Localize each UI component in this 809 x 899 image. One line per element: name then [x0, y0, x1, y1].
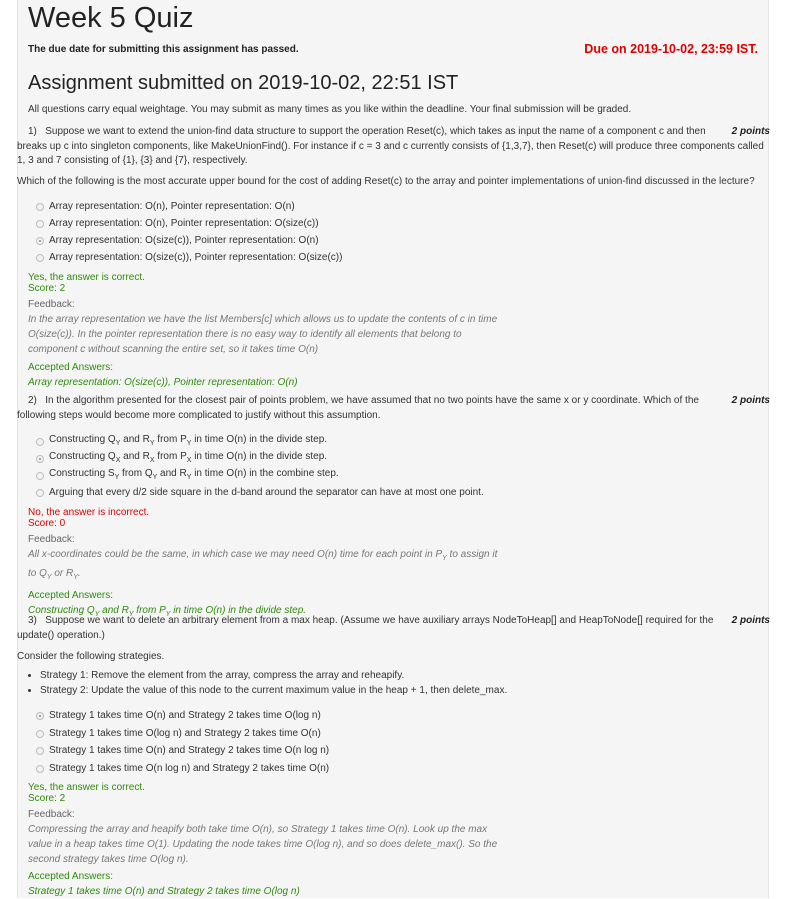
result-text: Yes, the answer is correct. — [28, 272, 145, 283]
accepted-answer: Array representation: O(size(c)), Pointe… — [28, 377, 298, 388]
answer-option-label: Arguing that every d/2 side square in th… — [49, 487, 484, 498]
answer-option-label: Array representation: O(n), Pointer repr… — [49, 218, 319, 229]
feedback-line: O(size(c)). In the pointer representatio… — [28, 329, 462, 340]
radio-button[interactable] — [36, 489, 44, 497]
answer-option[interactable]: Strategy 1 takes time O(log n) and Strat… — [36, 727, 321, 741]
feedback-line: component c without scanning the entire … — [28, 344, 319, 355]
answer-option[interactable]: Array representation: O(n), Pointer repr… — [36, 217, 319, 231]
feedback-line: to QY or RY. — [28, 568, 81, 581]
feedback-line: value in a heap takes time O(1). Updatin… — [28, 839, 498, 850]
result-text: Yes, the answer is correct. — [28, 782, 145, 793]
radio-button[interactable] — [36, 254, 44, 262]
answer-option-label: Constructing QY and RY from PY in time O… — [49, 434, 328, 447]
radio-button[interactable] — [36, 455, 44, 463]
answer-option-label: Strategy 1 takes time O(n log n) and Str… — [49, 762, 330, 774]
answer-option[interactable]: Array representation: O(n), Pointer repr… — [36, 200, 295, 214]
answer-option[interactable]: Strategy 1 takes time O(n log n) and Str… — [36, 762, 329, 776]
feedback-line: All x-coordinates could be the same, in … — [28, 549, 498, 562]
radio-button[interactable] — [36, 438, 44, 446]
question-3-points: 2 points — [731, 615, 770, 626]
feedback-text: All x-coordinates could be the same, in … — [28, 547, 497, 585]
question-3-text: Suppose we want to delete an arbitrary e… — [17, 615, 714, 641]
question-1-prompt: Which of the following is the most accur… — [17, 176, 755, 187]
radio-button[interactable] — [36, 747, 44, 755]
score-text: Score: 2 — [28, 793, 66, 804]
answer-option-label: Strategy 1 takes time O(n) and Strategy … — [49, 745, 330, 756]
strategy-item: Strategy 2: Update the value of this nod… — [40, 683, 507, 698]
question-2-text: In the algorithm presented for the close… — [17, 395, 699, 421]
radio-button[interactable] — [36, 203, 44, 211]
question-1-result: Yes, the answer is correct. Score: 2 Fee… — [28, 272, 497, 390]
question-2-number: 2) — [28, 395, 37, 406]
answer-option-label: Array representation: O(size(c)), Pointe… — [49, 235, 319, 246]
question-2-result: No, the answer is incorrect. Score: 0 Fe… — [28, 507, 497, 622]
answer-option-label: Array representation: O(n), Pointer repr… — [49, 201, 295, 212]
feedback-label: Feedback: — [28, 299, 75, 310]
strategy-list: Strategy 1: Remove the element from the … — [24, 668, 507, 698]
radio-button[interactable] — [36, 729, 44, 738]
answer-option[interactable]: Constructing SY from QY and RY in time O… — [36, 468, 339, 483]
feedback-line: In the array representation we have the … — [28, 314, 498, 325]
radio-button[interactable] — [36, 220, 44, 228]
answer-option-label: Strategy 1 takes time O(log n) and Strat… — [49, 727, 321, 739]
question-3: 2 points 3) Suppose we want to delete an… — [17, 614, 770, 643]
score-text: Score: 0 — [28, 518, 66, 529]
radio-button[interactable] — [36, 237, 44, 245]
strategy-item: Strategy 1: Remove the element from the … — [40, 668, 507, 683]
quiz-page: Week 5 Quiz The due date for submitting … — [0, 0, 809, 898]
due-date: Due on 2019-10-02, 23:59 IST. — [584, 42, 758, 56]
question-3-number: 3) — [28, 615, 37, 626]
answer-option[interactable]: Constructing QX and RX from PX in time O… — [36, 451, 328, 466]
radio-button[interactable] — [36, 764, 44, 773]
question-1: 2 points 1) Suppose we want to extend th… — [17, 125, 770, 169]
question-1-number: 1) — [28, 126, 37, 137]
score-text: Score: 2 — [28, 283, 66, 294]
question-2: 2 points 2) In the algorithm presented f… — [17, 394, 770, 423]
answer-option-label: Strategy 1 takes time O(n) and Strategy … — [49, 710, 321, 721]
answer-option[interactable]: Constructing QY and RY from PY in time O… — [36, 434, 328, 449]
feedback-text: Compressing the array and heapify both t… — [28, 822, 497, 867]
answer-option[interactable]: Strategy 1 takes time O(n) and Strategy … — [36, 744, 329, 758]
question-2-points: 2 points — [731, 395, 770, 406]
feedback-line: Compressing the array and heapify both t… — [28, 824, 488, 835]
radio-button[interactable] — [36, 472, 44, 480]
page-title: Week 5 Quiz — [28, 2, 194, 34]
feedback-text: In the array representation we have the … — [28, 312, 497, 357]
feedback-label: Feedback: — [28, 809, 75, 820]
feedback-line: second strategy takes time O(log n). — [28, 854, 189, 865]
question-3-prompt: Consider the following strategies. — [17, 651, 165, 662]
answer-option[interactable]: Array representation: O(size(c)), Pointe… — [36, 251, 342, 265]
accepted-label: Accepted Answers: — [28, 590, 114, 601]
accepted-answer: Strategy 1 takes time O(n) and Strategy … — [28, 886, 300, 897]
answer-option[interactable]: Strategy 1 takes time O(n) and Strategy … — [36, 709, 321, 723]
answer-option-label: Constructing SY from QY and RY in time O… — [49, 468, 339, 481]
result-text: No, the answer is incorrect. — [28, 507, 150, 518]
accepted-label: Accepted Answers: — [28, 871, 114, 882]
submission-status: Assignment submitted on 2019-10-02, 22:5… — [28, 72, 459, 94]
instructions: All questions carry equal weightage. You… — [28, 104, 632, 115]
deadline-passed-notice: The due date for submitting this assignm… — [28, 44, 299, 55]
answer-option-label: Array representation: O(size(c)), Pointe… — [49, 252, 343, 263]
answer-option[interactable]: Arguing that every d/2 side square in th… — [36, 486, 484, 500]
answer-option-label: Constructing QX and RX from PX in time O… — [49, 451, 328, 464]
question-1-points: 2 points — [731, 126, 770, 137]
radio-button[interactable] — [36, 712, 44, 720]
feedback-label: Feedback: — [28, 534, 75, 545]
answer-option[interactable]: Array representation: O(size(c)), Pointe… — [36, 234, 319, 248]
accepted-label: Accepted Answers: — [28, 362, 114, 373]
question-3-result: Yes, the answer is correct. Score: 2 Fee… — [28, 782, 497, 899]
question-1-text: Suppose we want to extend the union-find… — [17, 126, 764, 166]
